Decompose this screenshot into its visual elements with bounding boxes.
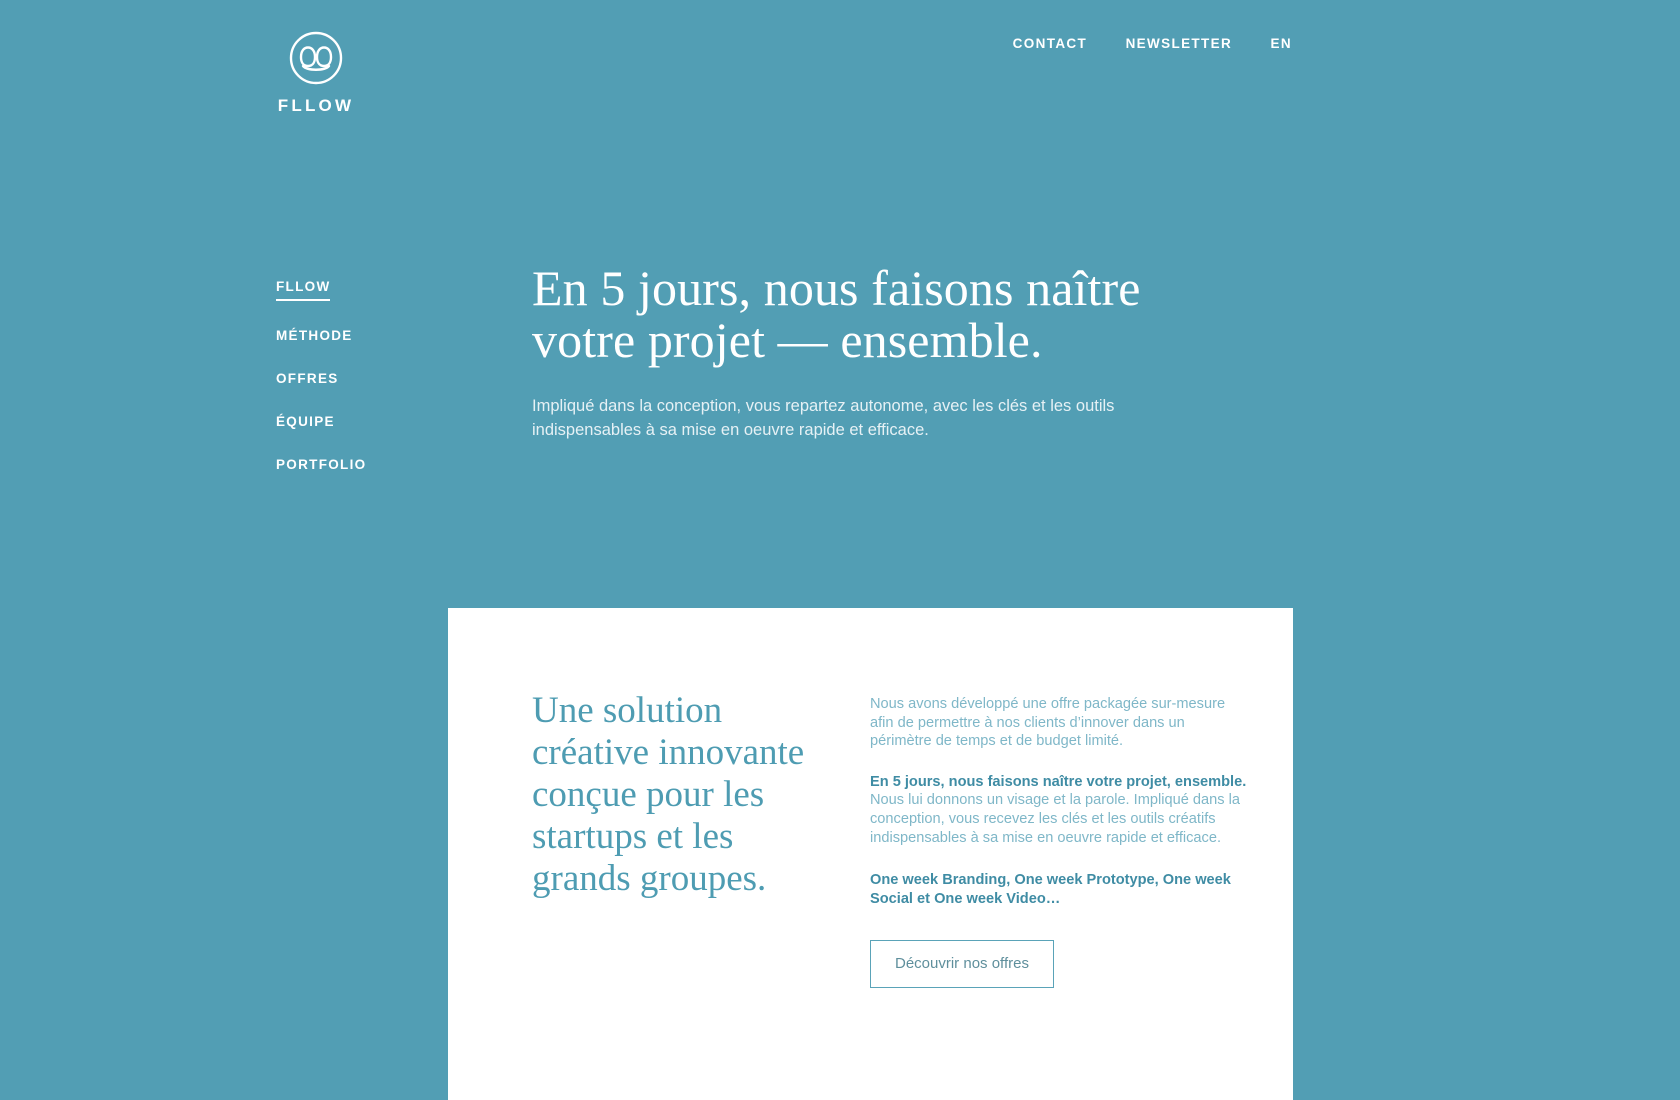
solution-paragraph-detail-rest: Nous lui donnons un visage et la parole.… — [870, 792, 1240, 846]
solution-card-heading: Une solution créative innovante conçue p… — [532, 690, 805, 899]
solution-paragraph-intro: Nous avons développé une offre packagée … — [870, 696, 1226, 750]
solution-offers-line: One week Branding, One week Prototype, O… — [870, 872, 1231, 907]
hero-section: FLLOW MÉTHODE OFFRES ÉQUIPE PORTFOLIO En… — [0, 0, 1680, 600]
solution-paragraph-detail-lead: En 5 jours, nous faisons naître votre pr… — [870, 773, 1247, 790]
hero-subtitle: Impliqué dans la conception, vous repart… — [532, 397, 1115, 439]
sidenav-item-offres[interactable]: OFFRES — [276, 370, 339, 387]
hero-title: En 5 jours, nous faisons naître votre pr… — [532, 260, 1141, 368]
sidenav-item-portfolio[interactable]: PORTFOLIO — [276, 456, 366, 473]
solution-card: Une solution créative innovante conçue p… — [448, 608, 1293, 1100]
sidenav-item-fllow[interactable]: FLLOW — [276, 278, 331, 301]
solution-paragraph-detail: En 5 jours, nous faisons naître votre pr… — [870, 773, 1250, 847]
discover-offers-button[interactable]: Découvrir nos offres — [870, 940, 1054, 989]
sidenav-item-methode[interactable]: MÉTHODE — [276, 327, 353, 344]
solution-card-left-column: Une solution créative innovante conçue p… — [532, 690, 832, 988]
solution-card-right-column: Nous avons développé une offre packagée … — [870, 690, 1250, 989]
sidenav-item-equipe[interactable]: ÉQUIPE — [276, 413, 335, 430]
section-navigation: FLLOW MÉTHODE OFFRES ÉQUIPE PORTFOLIO — [276, 278, 486, 499]
solution-card-content: Une solution créative innovante conçue p… — [532, 690, 1246, 989]
hero-copy: En 5 jours, nous faisons naître votre pr… — [532, 262, 1172, 442]
